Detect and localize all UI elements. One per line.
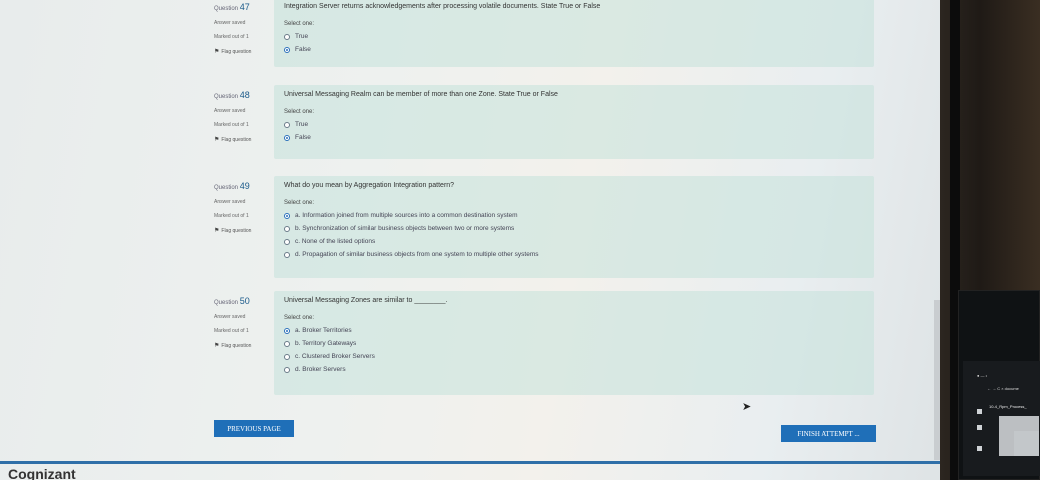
question-text: What do you mean by Aggregation Integrat… [284, 182, 455, 189]
finish-attempt-button[interactable]: FINISH ATTEMPT ... [781, 425, 876, 442]
menu-icon [977, 409, 982, 414]
radio-button[interactable] [284, 366, 290, 373]
answer-status: Answer saved [214, 199, 246, 205]
question-text: Integration Server returns acknowledgeme… [284, 3, 601, 10]
radio-button-selected[interactable] [284, 46, 290, 53]
radio-button-selected[interactable] [284, 327, 290, 334]
browser-nav: ← → C × docume [987, 386, 1019, 391]
option-d[interactable]: d. Broker Servers [284, 366, 864, 373]
answer-group: Select one: True False [284, 21, 864, 53]
question-info: Question 48 Answer saved Marked out of 1… [214, 90, 272, 144]
marked-out-of: Marked out of 1 [214, 34, 249, 40]
select-one-label: Select one: [284, 200, 315, 206]
option-true[interactable]: True [284, 33, 864, 40]
flag-question-link[interactable]: ⚑ Flag question [214, 228, 272, 234]
answer-group: Select one: a. Information joined from m… [284, 200, 864, 258]
question-info: Question 47 Answer saved Marked out of 1… [214, 2, 272, 56]
question-number: Question 47 [214, 2, 250, 13]
flag-icon: ⚑ [214, 137, 220, 143]
file-icon [977, 425, 982, 430]
question-box: Universal Messaging Zones are similar to… [274, 291, 874, 395]
answer-status: Answer saved [214, 20, 246, 26]
option-a[interactable]: a. Broker Territories [284, 327, 864, 334]
question-box: Universal Messaging Realm can be member … [274, 85, 874, 159]
marked-out-of: Marked out of 1 [214, 328, 249, 334]
footer-divider [0, 461, 940, 464]
radio-button[interactable] [284, 340, 290, 347]
previous-page-button[interactable]: PREVIOUS PAGE [214, 420, 294, 437]
flag-question-link[interactable]: ⚑ Flag question [214, 137, 272, 143]
radio-button[interactable] [284, 225, 290, 232]
option-a[interactable]: a. Information joined from multiple sour… [284, 212, 864, 219]
question-info: Question 50 Answer saved Marked out of 1… [214, 296, 272, 350]
select-one-label: Select one: [284, 315, 315, 321]
flag-icon: ⚑ [214, 343, 220, 349]
answer-status: Answer saved [214, 108, 246, 114]
flag-icon: ⚑ [214, 49, 220, 55]
option-false[interactable]: False [284, 46, 864, 53]
quiz-page: Question 47 Answer saved Marked out of 1… [0, 0, 940, 480]
question-number: Question 50 [214, 296, 250, 307]
answer-status: Answer saved [214, 314, 246, 320]
question-text: Universal Messaging Realm can be member … [284, 91, 558, 98]
document-title: 10-4_Rpm_Process_ [989, 404, 1027, 409]
answer-group: Select one: True False [284, 109, 864, 141]
radio-button[interactable] [284, 353, 290, 360]
flag-question-link[interactable]: ⚑ Flag question [214, 343, 272, 349]
radio-button[interactable] [284, 33, 290, 40]
option-c[interactable]: c. None of the listed options [284, 238, 864, 245]
option-true[interactable]: True [284, 121, 864, 128]
marked-out-of: Marked out of 1 [214, 213, 249, 219]
radio-button-selected[interactable] [284, 134, 290, 141]
folder-icon [977, 446, 982, 451]
secondary-monitor: ● — • ← → C × docume 10-4_Rpm_Process_ [958, 290, 1040, 480]
question-info: Question 49 Answer saved Marked out of 1… [214, 181, 272, 235]
option-b[interactable]: b. Territory Gateways [284, 340, 864, 347]
option-d[interactable]: d. Propagation of similar business objec… [284, 251, 864, 258]
select-one-label: Select one: [284, 109, 315, 115]
question-text: Universal Messaging Zones are similar to… [284, 297, 448, 304]
question-number: Question 49 [214, 181, 250, 192]
flag-icon: ⚑ [214, 228, 220, 234]
brand-logo: Cognizant [8, 466, 76, 480]
radio-button[interactable] [284, 251, 290, 258]
radio-button[interactable] [284, 238, 290, 245]
radio-button[interactable] [284, 121, 290, 128]
option-b[interactable]: b. Synchronization of similar business o… [284, 225, 864, 232]
question-box: What do you mean by Aggregation Integrat… [274, 176, 874, 278]
question-number: Question 48 [214, 90, 250, 101]
option-false[interactable]: False [284, 134, 864, 141]
flag-question-link[interactable]: ⚑ Flag question [214, 49, 272, 55]
answer-group: Select one: a. Broker Territories b. Ter… [284, 315, 864, 373]
radio-button-selected[interactable] [284, 212, 290, 219]
marked-out-of: Marked out of 1 [214, 122, 249, 128]
browser-tabs: ● — • [977, 373, 988, 378]
select-one-label: Select one: [284, 21, 315, 27]
document-thumbnail [1014, 431, 1039, 456]
option-c[interactable]: c. Clustered Broker Servers [284, 353, 864, 360]
question-box: Integration Server returns acknowledgeme… [274, 0, 874, 67]
mouse-cursor-icon: ➤ [742, 401, 752, 413]
